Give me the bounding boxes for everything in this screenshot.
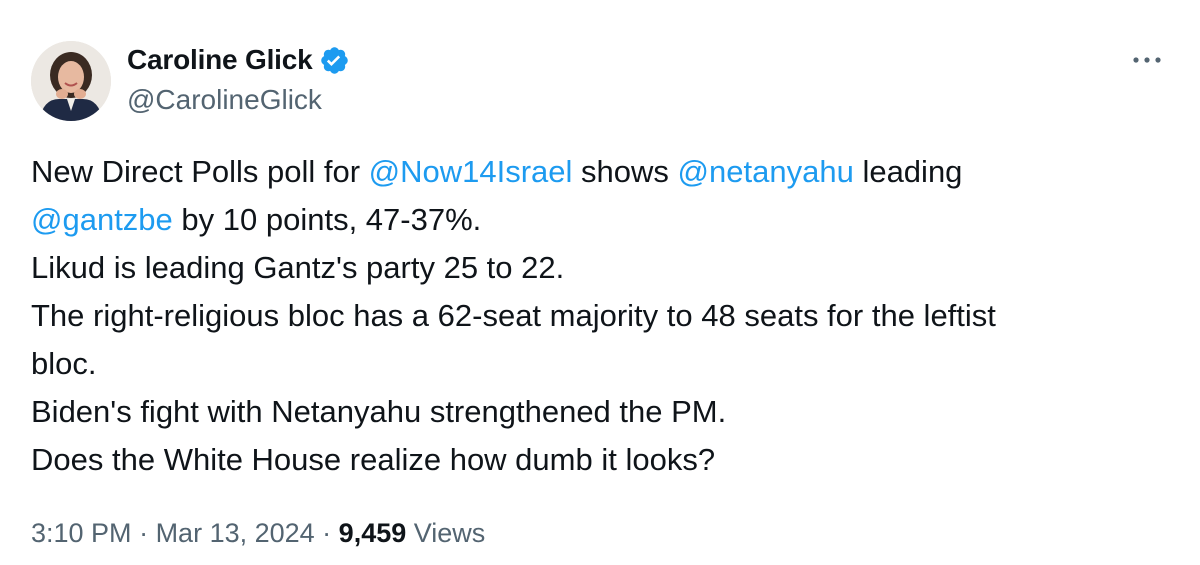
tweet-line-2: @gantzbe by 10 points, 47-37%. [31, 196, 1171, 244]
views-label: Views [406, 518, 486, 548]
tweet-line-6: Biden's fight with Netanyahu strengthene… [31, 394, 727, 429]
display-name[interactable]: Caroline Glick [127, 44, 313, 76]
tweet-text-segment: New Direct Polls poll for [31, 154, 369, 189]
tweet-meta: 3:10 PM · Mar 13, 2024 · 9,459 Views [31, 518, 485, 549]
tweet-line-7: Does the White House realize how dumb it… [31, 442, 716, 477]
tweet-card: Caroline Glick @CarolineGlick New Direct… [0, 0, 1200, 565]
tweet-text-segment: shows [572, 154, 678, 189]
tweet-text: New Direct Polls poll for @Now14Israel s… [31, 148, 1171, 484]
avatar[interactable] [31, 41, 111, 121]
tweet-text-segment: by 10 points, 47-37%. [172, 202, 482, 237]
meta-separator: · [131, 518, 156, 548]
tweet-line-4: The right-religious bloc has a 62-seat m… [31, 298, 996, 333]
avatar-photo [31, 41, 111, 121]
mention-netanyahu[interactable]: @netanyahu [678, 154, 854, 189]
tweet-line-5: bloc. [31, 346, 97, 381]
tweet-date[interactable]: Mar 13, 2024 [156, 518, 315, 548]
tweet-text-segment: leading [853, 154, 963, 189]
tweet-line-1: New Direct Polls poll for @Now14Israel s… [31, 148, 1171, 196]
author-handle[interactable]: @CarolineGlick [127, 84, 322, 116]
author-name-row: Caroline Glick [127, 42, 350, 78]
tweet-time[interactable]: 3:10 PM [31, 518, 132, 548]
views-count: 9,459 [338, 518, 407, 548]
mention-gantzbe[interactable]: @gantzbe [31, 202, 173, 237]
more-options-icon[interactable] [1128, 48, 1168, 72]
verified-badge-icon[interactable] [319, 45, 350, 76]
mention-now14israel[interactable]: @Now14Israel [369, 154, 573, 189]
tweet-line-3: Likud is leading Gantz's party 25 to 22. [31, 250, 565, 285]
meta-separator: · [314, 518, 339, 548]
